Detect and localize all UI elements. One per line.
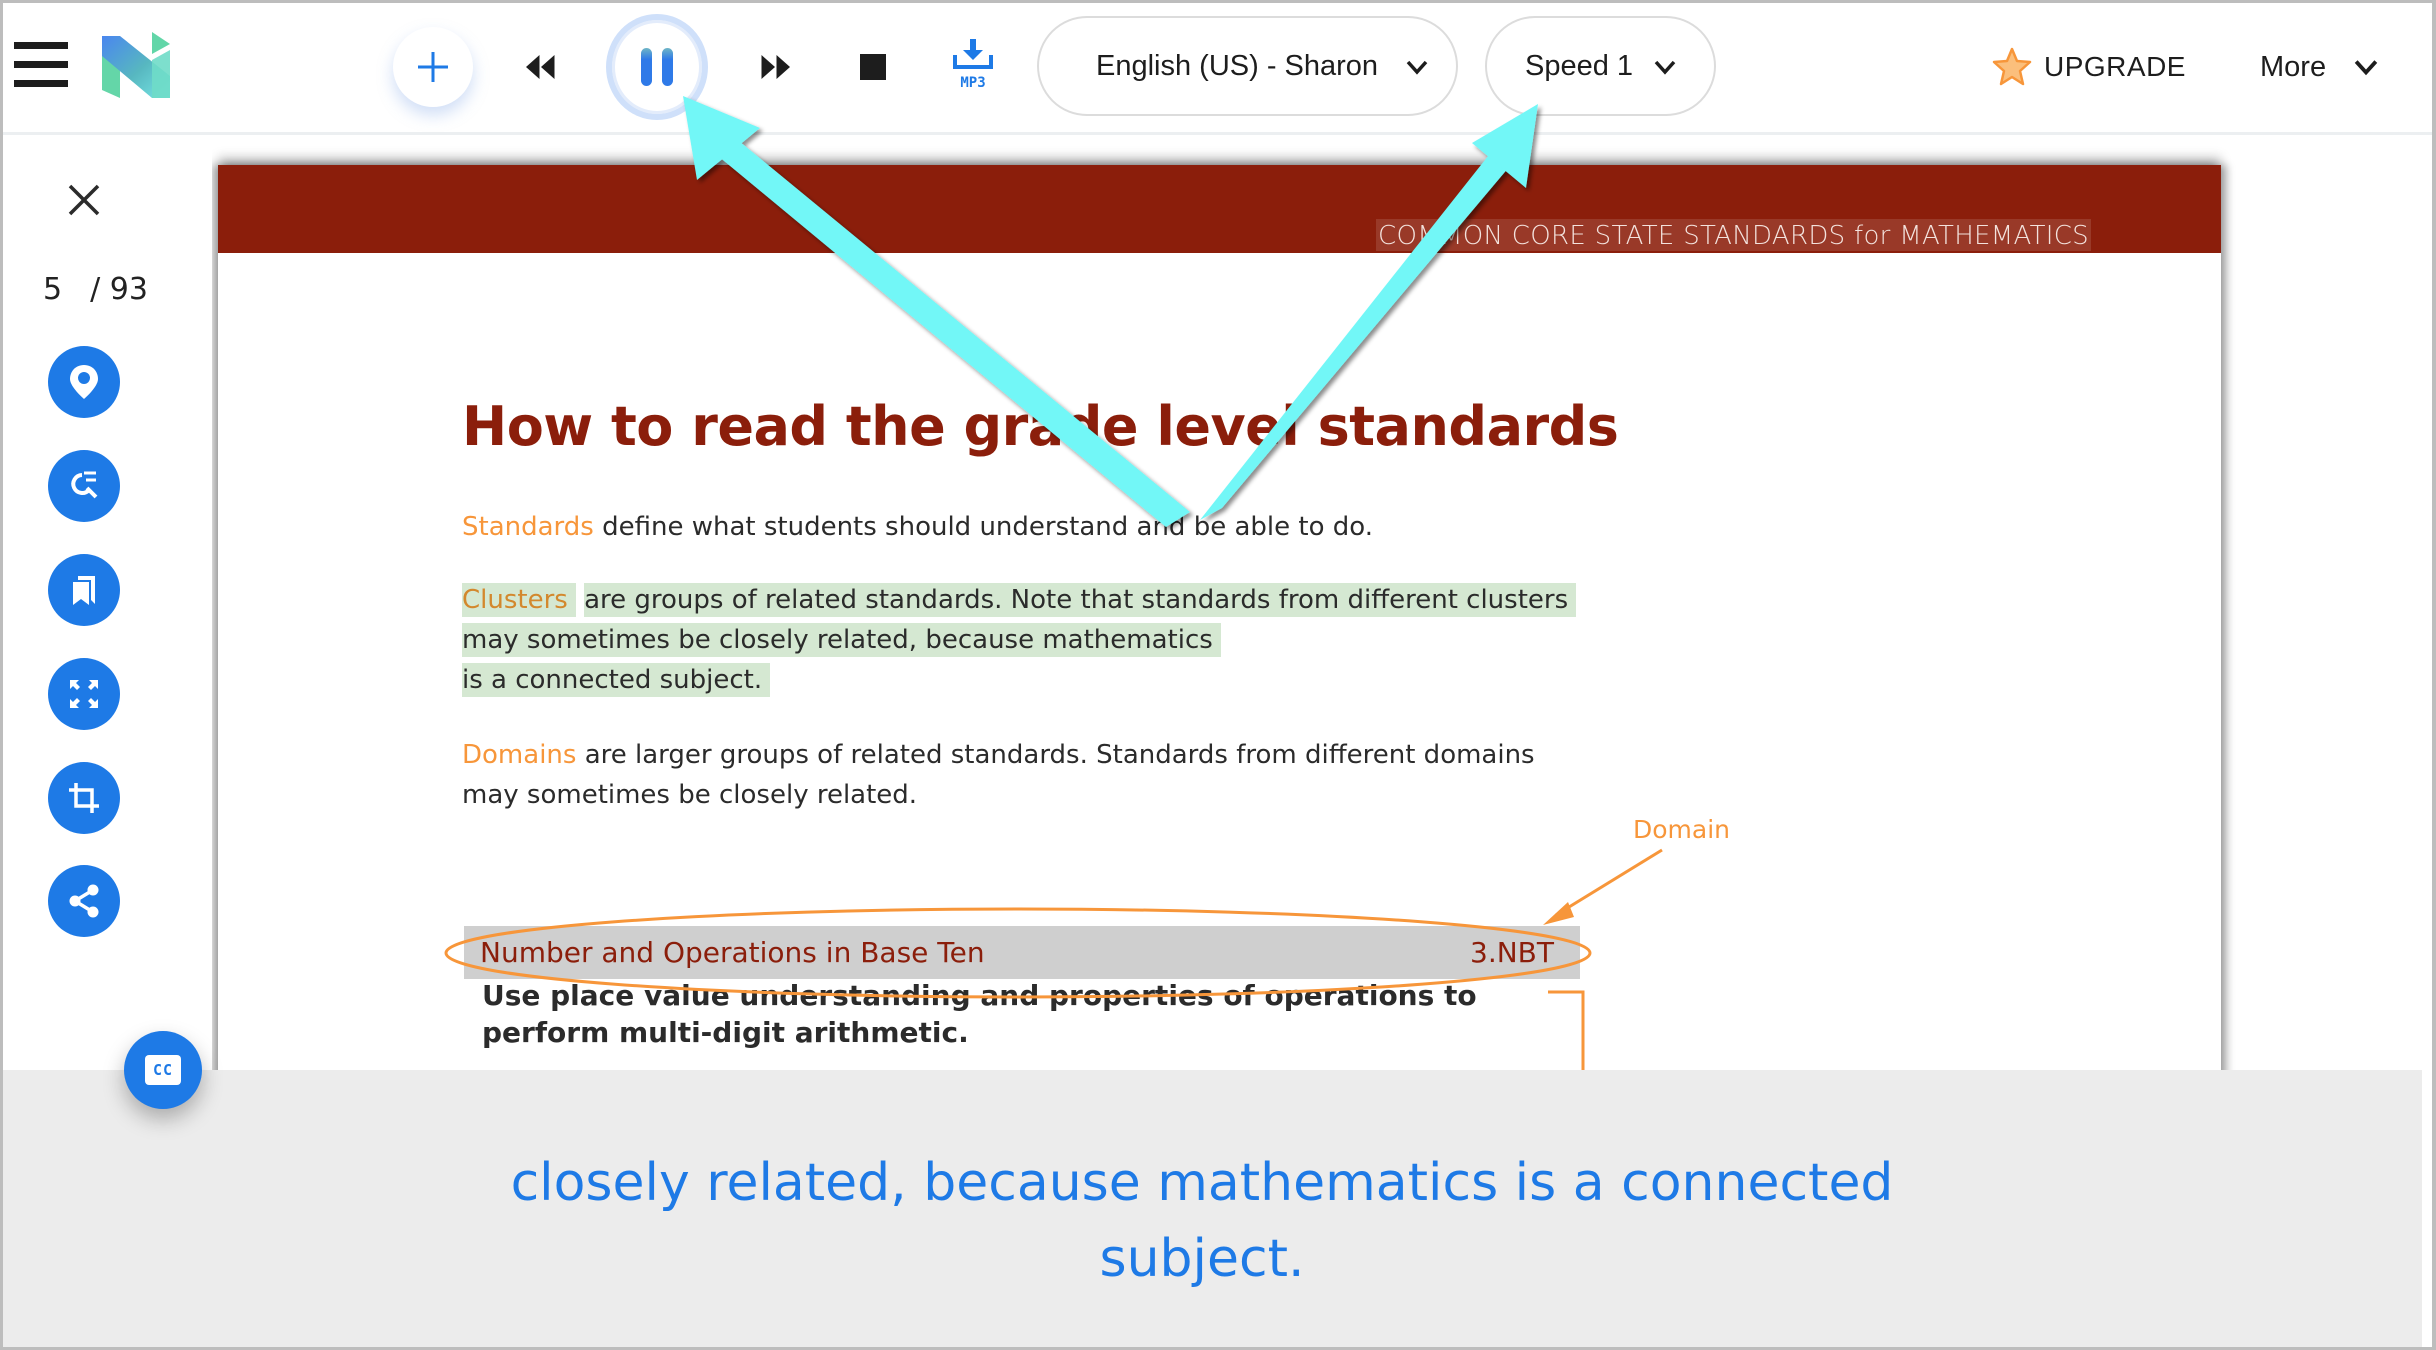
domain-arrow-line: [1555, 848, 1663, 917]
page-title: How to read the grade level standards: [462, 395, 1619, 458]
download-mp3-icon: MP3: [953, 39, 993, 91]
page-header-text: COMMON CORE STATE STANDARDS for MATHEMAT…: [1376, 219, 2091, 251]
domain-code: 3.NBT: [1470, 936, 1554, 969]
star-icon: [1992, 47, 2032, 86]
pause-button[interactable]: [606, 14, 708, 120]
speed-select[interactable]: Speed 1: [1485, 16, 1716, 116]
page-header-band: COMMON CORE STATE STANDARDS for MATHEMAT…: [218, 165, 2221, 253]
svg-text:MP3: MP3: [960, 75, 985, 91]
location-pin-icon: [70, 365, 98, 399]
closed-captions-button[interactable]: CC: [124, 1031, 202, 1109]
bookmarks-icon: [73, 576, 95, 605]
more-label: More: [2260, 50, 2327, 83]
fast-forward-button[interactable]: [753, 47, 797, 87]
search-text-button[interactable]: [48, 450, 120, 522]
page-counter: 5 / 93: [43, 272, 148, 307]
total-pages: / 93: [90, 272, 148, 307]
upgrade-label: UPGRADE: [2044, 51, 2186, 82]
current-page[interactable]: 5: [43, 272, 62, 307]
voice-select[interactable]: English (US) - Sharon: [1037, 16, 1458, 116]
caption-text: closely related, because mathematics is …: [0, 1145, 2404, 1297]
document-page: COMMON CORE STATE STANDARDS for MATHEMAT…: [218, 165, 2221, 1070]
fullscreen-button[interactable]: [48, 658, 120, 730]
voice-select-value: English (US) - Sharon: [1096, 49, 1379, 82]
term-standards: Standards: [462, 512, 594, 542]
closed-captions-icon: CC: [145, 1055, 181, 1085]
paragraph-domains: Domains are larger groups of related sta…: [462, 735, 1535, 815]
cluster-heading-line: perform multi-digit arithmetic.: [482, 1016, 969, 1049]
document-viewer[interactable]: COMMON CORE STATE STANDARDS for MATHEMAT…: [212, 135, 2436, 1070]
crop-button[interactable]: [48, 762, 120, 834]
caption-panel: closely related, because mathematics is …: [0, 1070, 2422, 1347]
fast-forward-icon: [761, 55, 790, 79]
paragraph-standards: Standards define what students should un…: [462, 507, 1373, 547]
paragraph-text: are larger groups of related standards. …: [576, 740, 1535, 770]
speed-select-value: Speed 1: [1525, 49, 1634, 82]
pause-icon-bar: [662, 48, 673, 86]
caption-line: subject.: [1099, 1229, 1305, 1289]
toolbar: MP3 English (US) - Sharon Speed 1 UPGRAD…: [0, 0, 2436, 135]
share-icon: [69, 884, 99, 918]
fullscreen-icon: [70, 680, 98, 708]
more-menu-button[interactable]: More: [2260, 42, 2378, 92]
chevron-down-icon: [1406, 60, 1428, 75]
location-button[interactable]: [48, 346, 120, 418]
chevron-down-icon: [2354, 60, 2378, 76]
highlighted-text: may sometimes be closely related, becaus…: [462, 623, 1221, 657]
naturalreader-logo[interactable]: [100, 32, 172, 102]
search-text-icon: [71, 471, 98, 499]
paragraph-clusters-highlighted: Clusters are groups of related standards…: [462, 580, 1577, 700]
domain-name: Number and Operations in Base Ten: [480, 936, 985, 969]
upgrade-button[interactable]: UPGRADE: [1992, 42, 2186, 92]
chevron-down-icon: [1654, 60, 1676, 75]
rewind-button[interactable]: [519, 47, 563, 87]
highlighted-text: is a connected subject.: [462, 663, 771, 697]
highlighted-text: are groups of related standards. Note th…: [584, 583, 1577, 617]
cluster-heading-line: Use place value understanding and proper…: [482, 979, 1477, 1012]
cluster-heading: Use place value understanding and proper…: [482, 977, 1477, 1051]
rewind-icon: [526, 55, 555, 79]
term-clusters: Clusters: [462, 585, 568, 615]
domain-annotation-label: Domain: [1633, 815, 1731, 844]
domain-heading-bar: Number and Operations in Base Ten 3.NBT: [464, 926, 1580, 979]
paragraph-text: define what students should understand a…: [593, 512, 1373, 542]
caption-line: closely related, because mathematics is …: [510, 1153, 1894, 1213]
highlight-term: Clusters: [462, 583, 576, 617]
term-domains: Domains: [462, 740, 577, 770]
share-button[interactable]: [48, 865, 120, 937]
hamburger-menu-icon[interactable]: [14, 40, 68, 90]
crop-icon: [69, 783, 99, 813]
stop-button[interactable]: [860, 54, 886, 80]
paragraph-text: may sometimes be closely related.: [462, 780, 918, 810]
close-icon[interactable]: [64, 180, 104, 220]
domain-arrow-head: [1543, 902, 1574, 925]
pause-icon: [641, 48, 652, 86]
bookmarks-button[interactable]: [48, 554, 120, 626]
cluster-bracket: [1548, 990, 1585, 1070]
plus-icon: [418, 52, 448, 82]
download-mp3-button[interactable]: MP3: [951, 37, 995, 97]
add-document-button[interactable]: [393, 27, 473, 107]
